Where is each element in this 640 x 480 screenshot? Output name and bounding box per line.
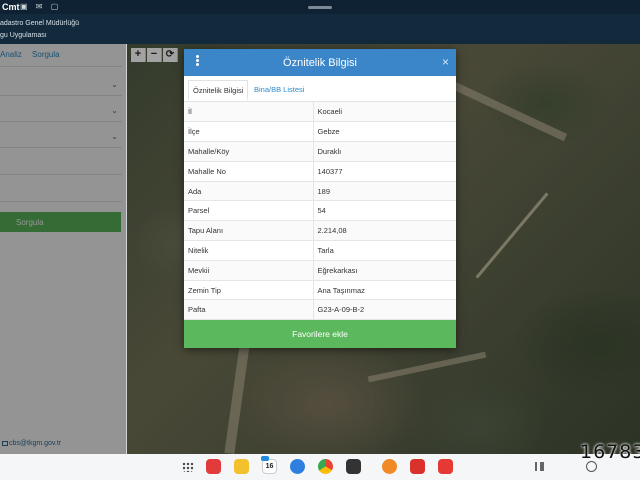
- calendar-app-icon[interactable]: 16: [261, 456, 277, 474]
- dialog-header: Öznitelik Bilgisi ×: [184, 49, 456, 76]
- attribute-value: Ana Taşınmaz: [313, 280, 456, 301]
- attribute-row: Parsel 54: [184, 200, 456, 222]
- files-app-icon[interactable]: [234, 459, 249, 474]
- attribute-value: Kocaeli: [313, 102, 456, 123]
- attribute-row: Nitelik Tarla: [184, 240, 456, 261]
- modal-backdrop-left: [0, 44, 126, 454]
- notes-app-icon[interactable]: [206, 459, 221, 474]
- attribute-row: Pafta G23-A-09-B-2: [184, 299, 456, 321]
- dialog-tabs: Öznitelik Bilgisi Bina/BB Listesi: [184, 76, 456, 102]
- messages-app-icon[interactable]: [290, 459, 305, 474]
- attribute-row: İlçe Gebze: [184, 121, 456, 143]
- header-org-title: adastro Genel Müdürlüğü: [0, 20, 79, 27]
- attribute-key: Zemin Tip: [184, 280, 314, 301]
- attribute-value: 54: [313, 200, 456, 222]
- recent-apps-icon[interactable]: [535, 462, 544, 471]
- attribute-table: İl Kocaeli İlçe Gebze Mahalle/Köy Duraklı Maha…: [184, 102, 456, 321]
- status-bar: Cmt ▣ ✉ ▢: [0, 0, 640, 14]
- drag-handle[interactable]: [308, 6, 332, 9]
- add-favorite-button[interactable]: Favorilere ekle: [184, 320, 456, 348]
- attribute-key: Mahalle No: [184, 161, 314, 182]
- app-red-icon[interactable]: [438, 459, 453, 474]
- status-time: Cmt: [2, 2, 20, 12]
- tab-oznitelik-bilgisi[interactable]: Öznitelik Bilgisi: [188, 80, 249, 100]
- overlay-number: 16783: [580, 441, 640, 463]
- attribute-key: Tapu Alanı: [184, 220, 314, 242]
- attribute-key: İl: [184, 102, 314, 123]
- attribute-value: 189: [313, 181, 456, 202]
- attribute-row: Tapu Alanı 2.214,08: [184, 220, 456, 242]
- attribute-key: Pafta: [184, 299, 314, 321]
- apps-grid-icon[interactable]: [182, 462, 194, 472]
- calendar-day: 16: [265, 463, 274, 470]
- attribute-row: Mahalle/Köy Duraklı: [184, 141, 456, 162]
- attribute-value: 140377: [313, 161, 456, 182]
- attribute-key: Nitelik: [184, 240, 314, 261]
- dialog-title: Öznitelik Bilgisi: [283, 57, 357, 69]
- attribute-value: Duraklı: [313, 141, 456, 162]
- attribute-key: İlçe: [184, 121, 314, 143]
- attribute-key: Parsel: [184, 200, 314, 222]
- attribute-value: Tarla: [313, 240, 456, 261]
- attribute-value: Eğrekarkası: [313, 260, 456, 281]
- attribute-row: Mahalle No 140377: [184, 161, 456, 182]
- attribute-row: Mevkii Eğrekarkası: [184, 260, 456, 281]
- attribute-value: 2.214,08: [313, 220, 456, 242]
- camera-app-icon[interactable]: [346, 459, 361, 474]
- attribute-key: Mevkii: [184, 260, 314, 281]
- attribute-value: G23-A-09-B-2: [313, 299, 456, 321]
- attribute-row: Ada 189: [184, 181, 456, 202]
- attribute-key: Mahalle/Köy: [184, 141, 314, 162]
- status-icons: ▣ ✉ ▢: [20, 2, 62, 11]
- app-orange-icon[interactable]: [382, 459, 397, 474]
- left-panel: Analiz Sorgula ⌄ ⌄ ⌄ Sorgula cbs@tkgm.go…: [0, 44, 127, 454]
- attribute-value: Gebze: [313, 121, 456, 143]
- app-header: adastro Genel Müdürlüğü gu Uygulaması: [0, 14, 640, 44]
- app-red-home-icon[interactable]: [410, 459, 425, 474]
- tab-bina-bb-listesi[interactable]: Bina/BB Listesi: [250, 80, 308, 100]
- attribute-row: Zemin Tip Ana Taşınmaz: [184, 280, 456, 301]
- header-app-title: gu Uygulaması: [0, 32, 47, 39]
- close-icon[interactable]: ×: [442, 55, 449, 69]
- attribute-dialog: Öznitelik Bilgisi × Öznitelik Bilgisi Bi…: [184, 49, 456, 348]
- attribute-row: İl Kocaeli: [184, 102, 456, 123]
- taskbar: 16: [0, 454, 640, 480]
- chrome-app-icon[interactable]: [318, 459, 333, 474]
- calendar-badge: [261, 456, 269, 461]
- attribute-key: Ada: [184, 181, 314, 202]
